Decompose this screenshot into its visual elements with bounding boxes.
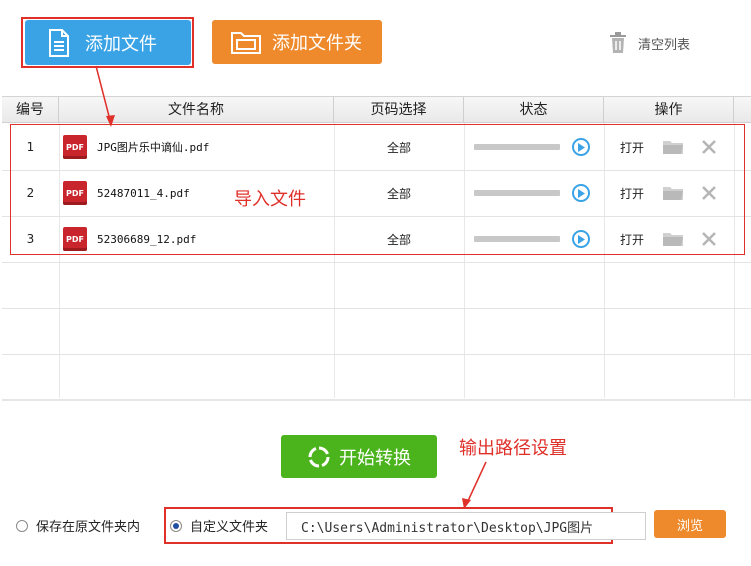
save-original-label: 保存在原文件夹内 xyxy=(36,520,141,535)
custom-folder-label: 自定义文件夹 xyxy=(190,520,269,535)
arrow-to-path xyxy=(466,461,487,504)
refresh-icon xyxy=(307,445,331,469)
annotation-arrows xyxy=(95,65,487,509)
save-original-radio[interactable] xyxy=(16,519,28,532)
section-divider xyxy=(2,399,751,401)
output-path-input[interactable] xyxy=(286,512,646,540)
arrow-to-rows-head xyxy=(106,115,115,127)
arrow-to-rows xyxy=(95,65,111,121)
browse-button[interactable]: 浏览 xyxy=(654,510,726,538)
save-original-option[interactable]: 保存在原文件夹内 xyxy=(16,516,140,535)
output-path-annotation: 输出路径设置 xyxy=(459,438,567,459)
custom-folder-option[interactable]: 自定义文件夹 xyxy=(170,516,268,535)
start-convert-button[interactable]: 开始转换 xyxy=(281,435,437,478)
custom-folder-radio[interactable] xyxy=(170,519,182,532)
start-convert-label: 开始转换 xyxy=(339,447,411,469)
